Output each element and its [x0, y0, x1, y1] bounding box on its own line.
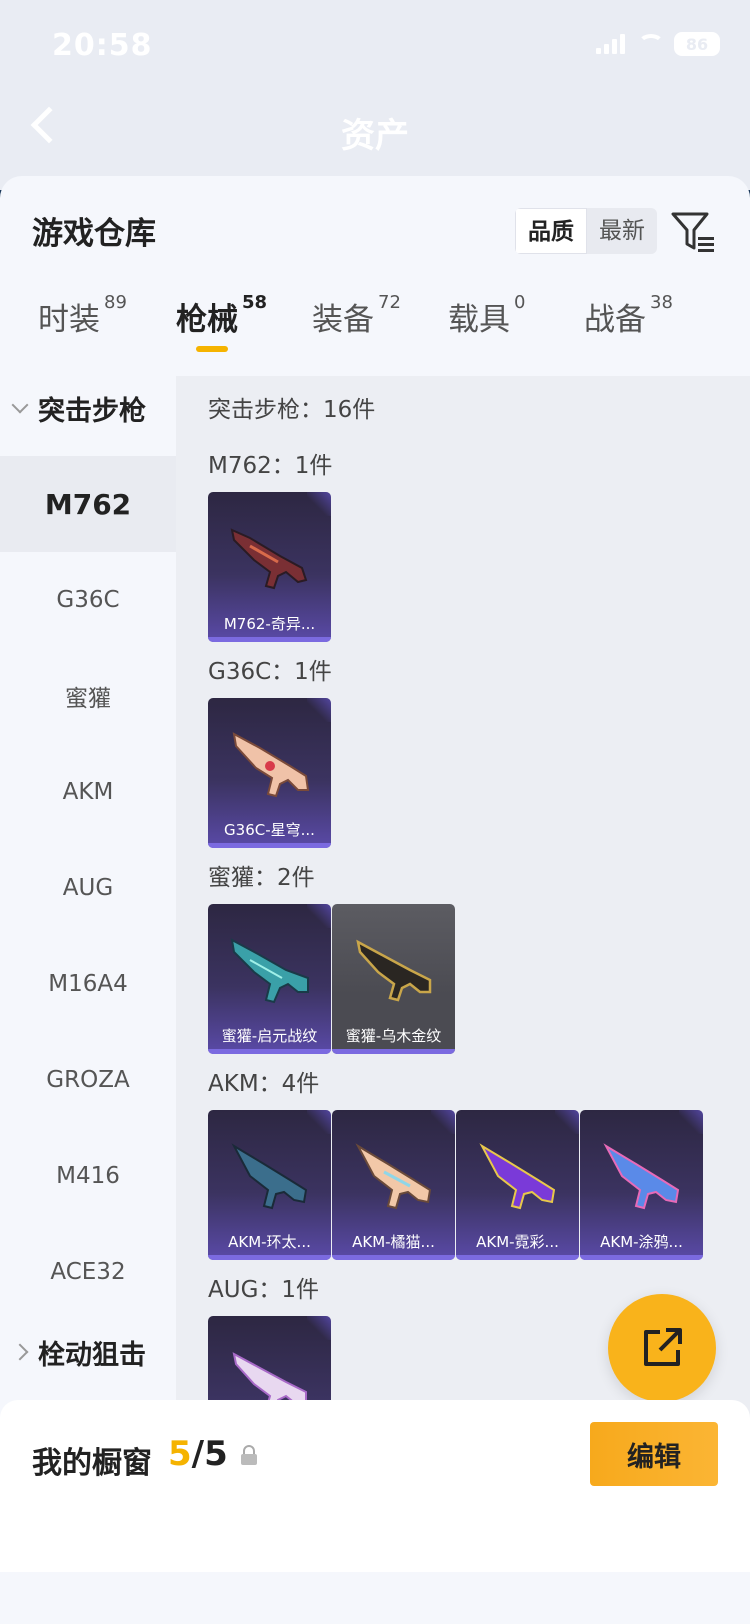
card-rarity-bar: [208, 843, 331, 848]
card-label: M762-奇异...: [223, 615, 316, 633]
showcase-title: 我的橱窗: [32, 1446, 152, 1481]
tab-vehicles[interactable]: 载具 0: [448, 292, 526, 339]
status-time: 20:58: [52, 28, 153, 63]
category-sidebar: 突击步枪 M762 G36C 蜜獾 AKM AUG M16A4 GROZA M4…: [0, 376, 176, 1426]
filter-icon[interactable]: [670, 210, 716, 254]
sheet-title: 游戏仓库: [32, 216, 156, 252]
section-label-aug: AUG：1件: [208, 1277, 320, 1303]
sort-toggle: 品质 最新: [515, 208, 657, 254]
sidebar-item-m16a4[interactable]: M16A4: [0, 936, 176, 1032]
rifle-icon: [356, 939, 432, 1002]
card-label: 蜜獾-启元战纹: [221, 1027, 318, 1045]
card-label: AKM-环太...: [228, 1233, 311, 1251]
tab-label: 载具: [448, 302, 510, 338]
tab-label: 时装: [38, 302, 100, 338]
sidebar-item-groza[interactable]: GROZA: [0, 1032, 176, 1128]
category-tabs: 时装 89 枪械 58 装备 72 载具 0 战备 38: [0, 292, 750, 366]
weapon-card[interactable]: G36C-星穹...: [208, 698, 331, 848]
active-tab-indicator: [196, 346, 228, 352]
showcase-count: 5/5: [168, 1434, 228, 1474]
rifle-icon: [479, 1143, 556, 1210]
card-rarity-bar: [208, 1049, 331, 1054]
sidebar-item-m762[interactable]: M762: [0, 456, 176, 552]
tab-count: 72: [378, 292, 401, 313]
category-assault-rifle[interactable]: 突击步枪: [0, 368, 176, 448]
weapon-card[interactable]: AKM-橘猫...: [332, 1110, 455, 1260]
category-label: 突击步枪: [38, 395, 146, 427]
section-label-m762: M762：1件: [208, 453, 333, 479]
category-label: 栓动狙击: [38, 1339, 146, 1371]
chevron-right-icon: [11, 1343, 29, 1361]
rifle-icon: [603, 1143, 680, 1210]
sidebar-item-m416[interactable]: M416: [0, 1128, 176, 1224]
lock-icon: [241, 1445, 257, 1465]
sidebar-item-g36c[interactable]: G36C: [0, 552, 176, 648]
sidebar-item-ace32[interactable]: ACE32: [0, 1224, 176, 1320]
card-label: 蜜獾-乌木金纹: [345, 1027, 442, 1045]
weapon-card[interactable]: AKM-环太...: [208, 1110, 331, 1260]
share-icon: [644, 1328, 682, 1366]
tab-label: 装备: [312, 302, 374, 338]
tab-count: 0: [514, 292, 526, 313]
rifle-icon: [232, 732, 310, 798]
tab-guns[interactable]: 枪械 58: [176, 292, 268, 339]
tab-count: 38: [650, 292, 673, 313]
rifle-icon: [231, 1143, 308, 1210]
sort-quality-button[interactable]: 品质: [515, 208, 587, 254]
card-rarity-bar: [332, 1255, 455, 1260]
battery-icon: 86: [674, 32, 720, 56]
rifle-icon: [355, 1143, 432, 1210]
tab-equipment[interactable]: 装备 72: [312, 292, 401, 339]
weapon-card[interactable]: AKM-涂鸦...: [580, 1110, 703, 1260]
weapon-card[interactable]: AKM-霓彩...: [456, 1110, 579, 1260]
showcase-count-current: 5: [168, 1434, 192, 1474]
card-rarity-bar: [208, 637, 331, 642]
chevron-down-icon: [11, 396, 29, 414]
card-label: AKM-霓彩...: [476, 1233, 559, 1251]
share-button[interactable]: [608, 1294, 716, 1402]
warehouse-sheet: 游戏仓库 品质 最新 时装 89 枪械 58 装备 72 载具 0 战备 38 突击步枪 …: [0, 176, 750, 1624]
section-label-g36c: G36C：1件: [208, 659, 332, 685]
card-label: AKM-橘猫...: [352, 1233, 435, 1251]
tab-fashion[interactable]: 时装 89: [38, 292, 127, 339]
sidebar-item-akm[interactable]: AKM: [0, 744, 176, 840]
card-label: G36C-星穹...: [224, 821, 315, 839]
card-rarity-bar: [208, 1255, 331, 1260]
app-header: 20:58 86 资产: [0, 0, 750, 190]
section-total: 突击步枪：16件: [208, 397, 376, 423]
weapon-card[interactable]: 蜜獾-乌木金纹: [332, 904, 455, 1054]
signal-icon: [596, 34, 628, 54]
tab-supplies[interactable]: 战备 38: [584, 292, 673, 339]
sidebar-item-honey-badger[interactable]: 蜜獾: [0, 648, 176, 744]
tab-label: 战备: [584, 302, 646, 338]
weapon-card[interactable]: M762-奇异...: [208, 492, 331, 642]
page-title: 资产: [341, 116, 409, 156]
rifle-icon: [230, 528, 308, 590]
weapon-card[interactable]: 蜜獾-启元战纹: [208, 904, 331, 1054]
tab-count: 89: [104, 292, 127, 313]
card-rarity-bar: [456, 1255, 579, 1260]
rifle-icon: [230, 938, 309, 1004]
showcase-bar: 我的橱窗 5/5 编辑: [0, 1400, 750, 1572]
section-label-akm: AKM：4件: [208, 1071, 320, 1097]
section-label-honey-badger: 蜜獾：2件: [208, 865, 315, 891]
card-label: AKM-涂鸦...: [600, 1233, 683, 1251]
category-bolt-sniper[interactable]: 栓动狙击: [0, 1312, 176, 1392]
card-rarity-bar: [580, 1255, 703, 1260]
edit-button[interactable]: 编辑: [590, 1422, 718, 1486]
weapon-list: 突击步枪：16件 M762：1件 M762-奇异... G36C：1件 G36C…: [176, 376, 750, 1426]
sidebar-item-aug[interactable]: AUG: [0, 840, 176, 936]
tab-label: 枪械: [176, 302, 238, 338]
wifi-icon: [638, 34, 664, 54]
card-rarity-bar: [332, 1049, 455, 1054]
sheet-header: 游戏仓库 品质 最新: [0, 176, 750, 276]
showcase-count-total: /5: [191, 1434, 228, 1474]
tab-count: 58: [242, 292, 268, 313]
status-icons: 86: [596, 32, 720, 56]
sort-latest-button[interactable]: 最新: [587, 208, 657, 254]
